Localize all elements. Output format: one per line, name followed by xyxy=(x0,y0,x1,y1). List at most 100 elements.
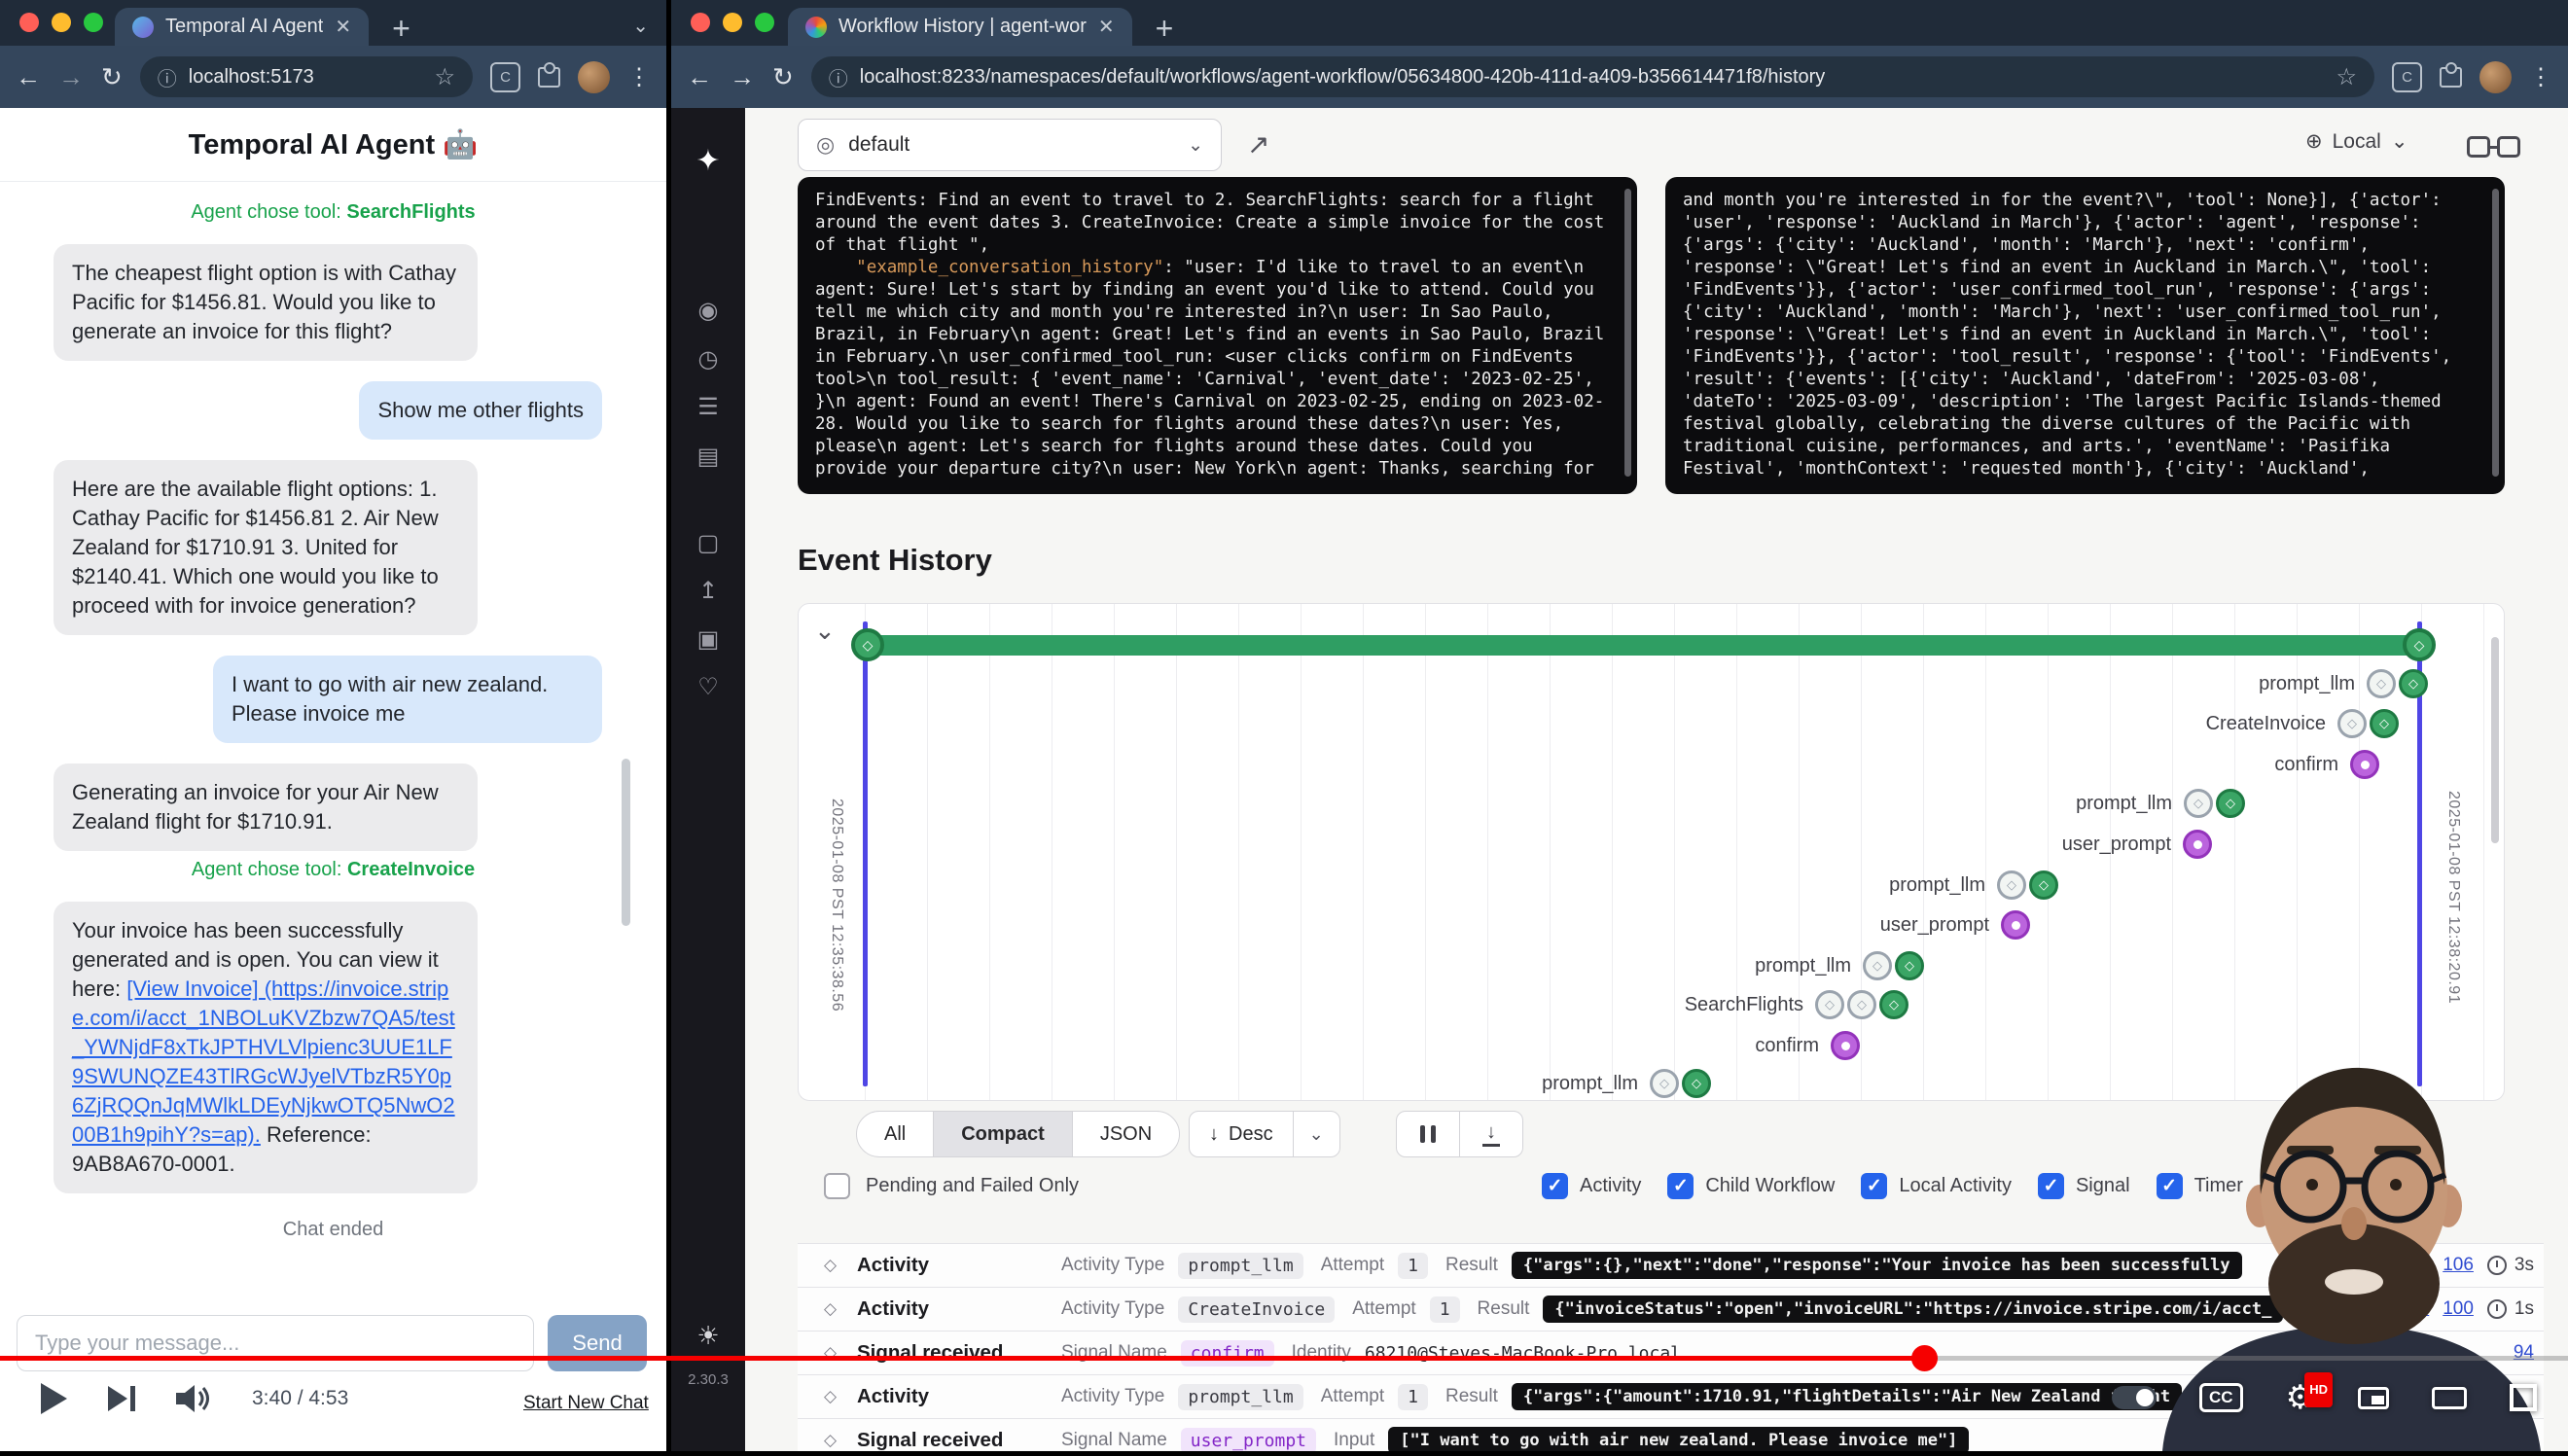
activity-marker-icon[interactable]: ◇ xyxy=(2370,709,2399,738)
pending-failed-filter[interactable]: Pending and Failed Only xyxy=(824,1173,1079,1199)
sidebar-archive-icon[interactable]: ▤ xyxy=(671,443,745,471)
signal-marker-icon[interactable] xyxy=(2001,910,2030,940)
cluster-select[interactable]: ⊕ Local ⌄ xyxy=(2305,129,2408,154)
reload-icon[interactable]: ↻ xyxy=(772,62,794,92)
address-bar[interactable]: ⓘ localhost:8233/namespaces/default/work… xyxy=(811,56,2374,97)
open-namespace-icon[interactable]: ↗ xyxy=(1247,128,1269,160)
timeline-row[interactable]: prompt_llm◇◇ xyxy=(2076,787,2245,820)
activity-marker-icon[interactable]: ◇ xyxy=(2029,870,2058,900)
workflow-input-code-panel[interactable]: FindEvents: Find an event to travel to 2… xyxy=(798,177,1637,494)
video-scrubber[interactable] xyxy=(1911,1345,1938,1371)
timeline-row[interactable]: prompt_llm◇◇ xyxy=(1542,1067,1711,1100)
minimize-window-icon[interactable] xyxy=(723,13,742,32)
activity-marker-icon[interactable]: ◇ xyxy=(2367,669,2396,698)
timeline-row[interactable]: prompt_llm◇◇ xyxy=(1889,869,2058,902)
chevron-down-icon[interactable]: ⌄ xyxy=(1293,1112,1339,1156)
signal-marker-icon[interactable] xyxy=(2350,750,2379,779)
extension-icon[interactable]: C xyxy=(490,62,520,92)
extensions-puzzle-icon[interactable] xyxy=(538,67,560,88)
labs-goggles-icon[interactable] xyxy=(2467,136,2520,158)
miniplayer-icon[interactable] xyxy=(2358,1387,2389,1409)
timeline-row[interactable]: user_prompt xyxy=(1880,908,2030,941)
browser-tab[interactable]: Workflow History | agent-wor ✕ xyxy=(788,8,1132,46)
timeline-row[interactable]: confirm xyxy=(2274,748,2379,781)
timeline-row[interactable]: prompt_llm◇◇ xyxy=(2259,667,2428,700)
view-tab-all[interactable]: All xyxy=(857,1112,933,1156)
theme-toggle-sun-icon[interactable]: ☀ xyxy=(671,1321,745,1351)
play-icon[interactable] xyxy=(41,1383,67,1414)
activity-marker-icon[interactable]: ◇ xyxy=(1847,990,1876,1019)
activity-marker-icon[interactable]: ◇ xyxy=(1997,870,2026,900)
sidebar-import-icon[interactable]: ↥ xyxy=(671,577,745,605)
chat-scrollbar[interactable] xyxy=(622,759,630,926)
volume-icon[interactable] xyxy=(176,1384,211,1413)
browser-menu-icon[interactable]: ⋮ xyxy=(2529,63,2552,91)
timeline-row[interactable]: user_prompt xyxy=(2062,828,2212,861)
sidebar-workflows-icon[interactable]: ◉ xyxy=(671,297,745,325)
sort-order-control[interactable]: ↓ Desc ⌄ xyxy=(1189,1111,1340,1157)
video-progress-remaining[interactable] xyxy=(1924,1356,2568,1361)
sidebar-namespaces-icon[interactable]: ▢ xyxy=(671,529,745,557)
sidebar-schedules-icon[interactable]: ◷ xyxy=(671,345,745,373)
expand-row-icon[interactable]: ◇ xyxy=(824,1299,857,1319)
zoom-window-icon[interactable] xyxy=(755,13,774,32)
reload-icon[interactable]: ↻ xyxy=(101,62,123,92)
pending-checkbox[interactable] xyxy=(824,1173,850,1199)
expand-row-icon[interactable]: ◇ xyxy=(824,1387,857,1406)
collapse-timeline-icon[interactable]: ⌄ xyxy=(814,616,836,646)
new-tab-button[interactable]: + xyxy=(1156,13,1174,44)
autoplay-toggle[interactable] xyxy=(2112,1386,2157,1409)
type-filter-activity[interactable]: ✓Activity xyxy=(1542,1173,1641,1199)
checkbox[interactable]: ✓ xyxy=(2038,1173,2064,1199)
type-filter-local-activity[interactable]: ✓Local Activity xyxy=(1861,1173,2012,1199)
start-new-chat-link[interactable]: Start New Chat xyxy=(523,1393,649,1414)
tab-search-icon[interactable]: ⌄ xyxy=(632,14,649,38)
view-tab-json[interactable]: JSON xyxy=(1072,1112,1179,1156)
bookmark-star-icon[interactable]: ☆ xyxy=(2336,63,2357,91)
activity-marker-icon[interactable]: ◇ xyxy=(1682,1069,1711,1098)
workflow-end-marker-icon[interactable]: ◇ xyxy=(2403,628,2436,661)
close-tab-icon[interactable]: ✕ xyxy=(1098,15,1115,39)
type-filter-signal[interactable]: ✓Signal xyxy=(2038,1173,2130,1199)
message-input[interactable] xyxy=(17,1315,534,1371)
activity-marker-icon[interactable]: ◇ xyxy=(2184,789,2213,818)
activity-marker-icon[interactable]: ◇ xyxy=(1650,1069,1679,1098)
timeline-row[interactable]: CreateInvoice◇◇ xyxy=(2206,707,2399,740)
checkbox[interactable]: ✓ xyxy=(1542,1173,1568,1199)
video-progress-played[interactable] xyxy=(0,1356,1924,1361)
activity-marker-icon[interactable]: ◇ xyxy=(2399,669,2428,698)
temporal-logo-icon[interactable]: ✦ xyxy=(671,144,745,178)
workflow-span-bar[interactable] xyxy=(865,635,2422,656)
signal-marker-icon[interactable] xyxy=(2183,830,2212,859)
checkbox[interactable]: ✓ xyxy=(1861,1173,1887,1199)
expand-row-icon[interactable]: ◇ xyxy=(824,1256,857,1275)
timeline-scrollbar[interactable] xyxy=(2491,637,2499,843)
activity-marker-icon[interactable]: ◇ xyxy=(1895,951,1924,980)
close-window-icon[interactable] xyxy=(691,13,710,32)
fullscreen-icon[interactable] xyxy=(2510,1384,2537,1411)
type-filter-child-workflow[interactable]: ✓Child Workflow xyxy=(1667,1173,1835,1199)
code-scrollbar[interactable] xyxy=(1624,189,1631,477)
forward-icon[interactable]: → xyxy=(730,62,755,92)
site-info-icon[interactable]: ⓘ xyxy=(158,63,177,91)
extensions-puzzle-icon[interactable] xyxy=(2440,67,2462,88)
view-tab-compact[interactable]: Compact xyxy=(933,1112,1072,1156)
next-icon[interactable] xyxy=(108,1386,135,1411)
send-button[interactable]: Send xyxy=(548,1315,647,1371)
captions-button[interactable]: CC xyxy=(2199,1383,2243,1412)
browser-menu-icon[interactable]: ⋮ xyxy=(627,63,651,91)
timeline-row[interactable]: SearchFlights◇◇◇ xyxy=(1685,988,1908,1021)
profile-avatar[interactable] xyxy=(2479,61,2512,93)
pause-button[interactable] xyxy=(1397,1112,1459,1156)
activity-marker-icon[interactable]: ◇ xyxy=(1815,990,1844,1019)
expand-row-icon[interactable]: ◇ xyxy=(824,1431,857,1450)
forward-icon[interactable]: → xyxy=(58,62,84,92)
invoice-link[interactable]: [View Invoice] (https://invoice.stripe.c… xyxy=(72,977,455,1147)
activity-marker-icon[interactable]: ◇ xyxy=(1863,951,1892,980)
site-info-icon[interactable]: ⓘ xyxy=(829,63,848,91)
window-controls[interactable] xyxy=(19,13,103,32)
sidebar-feedback-heart-icon[interactable]: ♡ xyxy=(671,673,745,701)
close-tab-icon[interactable]: ✕ xyxy=(335,15,351,39)
browser-tab[interactable]: Temporal AI Agent ✕ xyxy=(115,8,369,46)
zoom-window-icon[interactable] xyxy=(84,13,103,32)
